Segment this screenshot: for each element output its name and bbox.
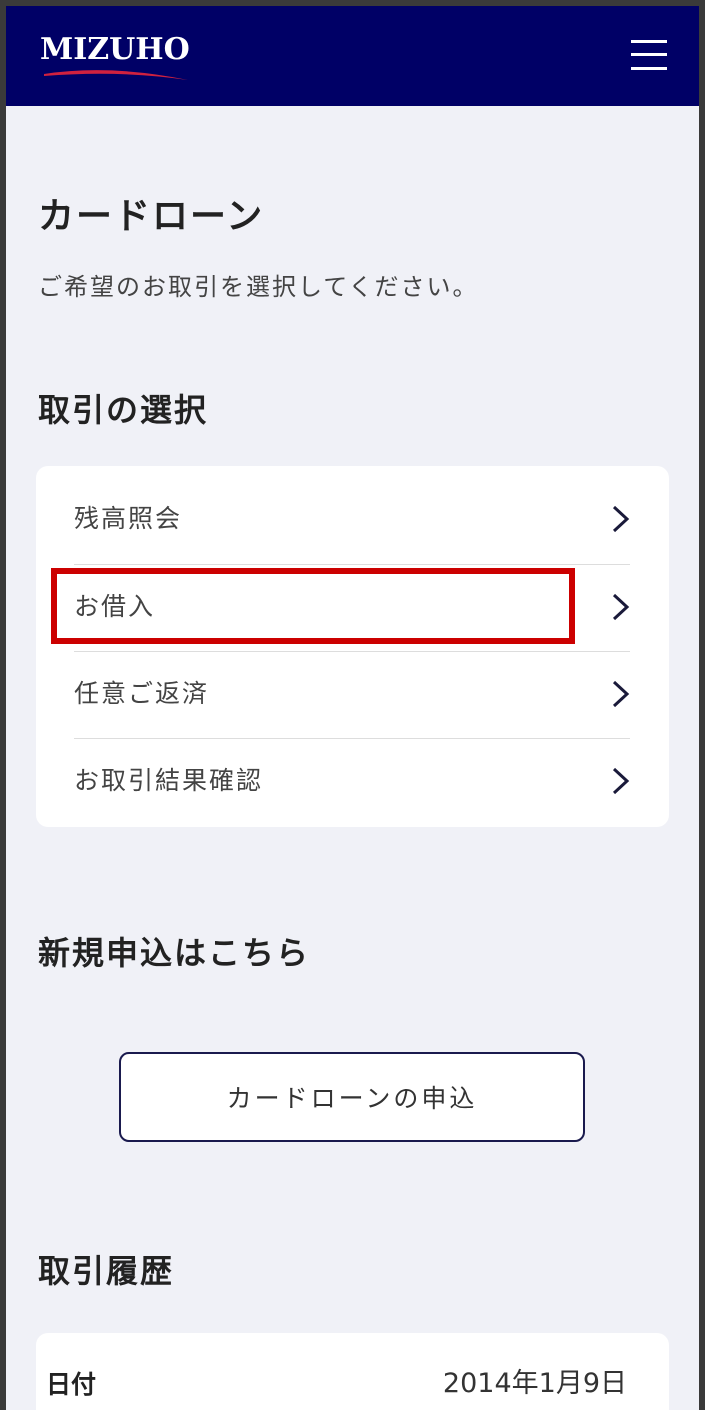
chevron-right-icon xyxy=(612,593,630,621)
page-subtitle: ご希望のお取引を選択してください。 xyxy=(38,273,479,301)
section-heading-transaction-history: 取引履歴 xyxy=(38,1252,175,1290)
highlight-box xyxy=(51,568,575,644)
chevron-right-icon xyxy=(612,680,630,708)
card-loan-apply-button[interactable]: カードローンの申込 xyxy=(119,1052,585,1142)
hamburger-menu-icon[interactable] xyxy=(628,38,670,72)
menu-item-label: お取引結果確認 xyxy=(74,766,264,795)
menu-item-balance-inquiry[interactable]: 残高照会 xyxy=(74,476,630,562)
history-date-value: 2014年1月9日 xyxy=(442,1368,627,1399)
page-title: カードローン xyxy=(38,196,265,237)
menu-item-label: 任意ご返済 xyxy=(74,679,210,708)
menu-item-label: 残高照会 xyxy=(74,504,183,533)
app-frame: MIZUHO カードローン ご希望のお取引を選択してください。 取引の選択 残高… xyxy=(6,6,699,1410)
chevron-right-icon xyxy=(612,767,630,795)
logo-swoosh-icon xyxy=(44,70,188,80)
menu-item-voluntary-repayment[interactable]: 任意ご返済 xyxy=(74,651,630,737)
mizuho-logo[interactable]: MIZUHO xyxy=(40,32,190,84)
section-heading-new-application: 新規申込はこちら xyxy=(38,934,311,972)
app-header: MIZUHO xyxy=(6,6,699,106)
history-date-label: 日付 xyxy=(46,1370,97,1399)
chevron-right-icon xyxy=(612,505,630,533)
transaction-menu-card: 残高照会 お借入 任意ご返済 お取引結果確認 xyxy=(36,466,669,827)
menu-item-transaction-result[interactable]: お取引結果確認 xyxy=(74,738,630,824)
section-heading-transaction-selection: 取引の選択 xyxy=(38,391,209,429)
